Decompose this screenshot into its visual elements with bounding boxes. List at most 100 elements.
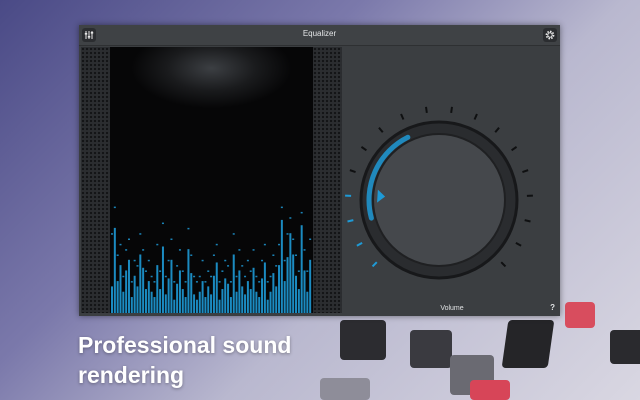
spectrum-peak: [303, 249, 306, 251]
spectrum-peak: [204, 281, 207, 283]
spectrum-peak: [278, 243, 281, 246]
spectrum-peak: [207, 270, 210, 272]
spectrum-peak: [261, 259, 264, 262]
speaker-grille-right: [313, 47, 342, 313]
spectrum-peak: [195, 281, 198, 283]
volume-tick: [371, 261, 378, 268]
spectrum-bar: [198, 291, 201, 313]
spectrum-peak: [300, 211, 303, 214]
spectrum-peak: [232, 233, 235, 235]
spectrum-peak: [139, 233, 142, 235]
spectrum-peak: [249, 270, 252, 272]
volume-tick: [356, 241, 363, 247]
mixer-fader-cap: [320, 378, 370, 400]
spectrum-bar: [218, 299, 221, 313]
mixer-fader-cap: [470, 380, 510, 400]
spectrum-peak: [212, 254, 215, 256]
volume-tick: [349, 169, 356, 173]
volume-tick: [522, 169, 529, 173]
spectrum-peak: [252, 249, 255, 251]
help-button[interactable]: ?: [550, 303, 555, 312]
spectrum-peak: [309, 238, 312, 241]
spectrum-peak: [275, 265, 278, 267]
volume-tick: [360, 146, 367, 152]
spectrum-peak: [181, 270, 184, 272]
volume-panel: Volume ?: [344, 47, 560, 313]
spectrum-peak: [125, 249, 128, 251]
spectrum-peak: [221, 270, 224, 272]
spectrum-peak: [136, 265, 139, 267]
spectrum-bar: [113, 227, 116, 313]
spectrum-display: [110, 47, 313, 313]
volume-dial[interactable]: [344, 47, 560, 287]
spectrum-peak: [227, 265, 230, 267]
spectrum-peak: [297, 270, 300, 272]
spectrum-peak: [283, 259, 286, 262]
spectrum-peak: [144, 270, 147, 272]
spectrum-bar: [173, 299, 176, 313]
spectrum-peak: [122, 275, 125, 278]
spectrum-peak: [184, 281, 187, 283]
spectrum-bar: [178, 270, 181, 313]
spectrum-bar: [147, 281, 150, 313]
spectrum-bar: [278, 265, 281, 313]
spectrum-peak: [156, 243, 159, 246]
spectrum-bar: [139, 254, 142, 313]
spectrum-bar: [195, 299, 198, 313]
spectrum-peak: [119, 243, 122, 246]
volume-tick: [494, 127, 500, 133]
spectrum-bar: [229, 297, 232, 313]
spectrum-peak: [235, 275, 238, 278]
mixer-fader-cap: [340, 320, 386, 360]
spectrum-bar: [224, 278, 227, 313]
spectrum-bar: [170, 259, 173, 313]
spectrum-peak: [198, 275, 201, 278]
spectrum-peak: [153, 281, 156, 283]
spectrum-bar: [187, 249, 190, 313]
settings-button[interactable]: [543, 28, 557, 42]
spectrum-peak: [159, 270, 162, 272]
spectrum-bar: [181, 289, 184, 313]
equalizer-window: Equalizer Volume ?: [79, 25, 560, 316]
spectrum-peak: [164, 275, 167, 278]
spectrum-peak: [210, 275, 213, 278]
spectrum-bar: [161, 246, 164, 313]
spectrum-bar: [201, 281, 204, 313]
title-bar: Equalizer: [79, 25, 560, 46]
promo-caption: Professional sound rendering: [78, 330, 291, 390]
spectrum-peak: [295, 254, 298, 256]
spectrum-bar: [125, 270, 128, 313]
spectrum-bar: [297, 289, 300, 313]
spectrum-bar: [190, 273, 193, 313]
spectrum-bar: [153, 297, 156, 313]
spectrum-bar: [289, 233, 292, 313]
spectrum-bar: [309, 259, 312, 313]
spectrum-peak: [173, 281, 176, 283]
spectrum-bar: [212, 275, 215, 313]
spectrum-peak: [218, 281, 221, 283]
volume-tick: [511, 146, 518, 152]
spectrum-bar: [156, 265, 159, 313]
spectrum-bar: [292, 254, 295, 313]
spectrum-bar: [144, 289, 147, 313]
spectrum-peak: [147, 259, 150, 262]
spectrum-peak: [244, 275, 247, 278]
spectrum-peak: [258, 281, 261, 283]
spectrum-bar: [133, 275, 136, 313]
spectrum-bar: [111, 286, 113, 313]
spectrum-bar: [275, 286, 278, 313]
spectrum-peak: [170, 238, 173, 241]
spectrum-bar: [232, 254, 235, 313]
mixer-fader-cap: [610, 330, 640, 364]
spectrum-bar: [246, 281, 249, 313]
spectrum-peak: [111, 233, 113, 235]
spectrum-bar: [150, 291, 153, 313]
spectrum-bar: [142, 267, 145, 313]
volume-tick: [347, 219, 354, 223]
volume-knob[interactable]: [372, 133, 506, 267]
speaker-grille-left: [81, 47, 110, 313]
volume-label: Volume: [440, 305, 464, 312]
spectrum-bar: [244, 294, 247, 313]
spectrum-bar: [204, 297, 207, 313]
spectrum-bar: [164, 294, 167, 313]
